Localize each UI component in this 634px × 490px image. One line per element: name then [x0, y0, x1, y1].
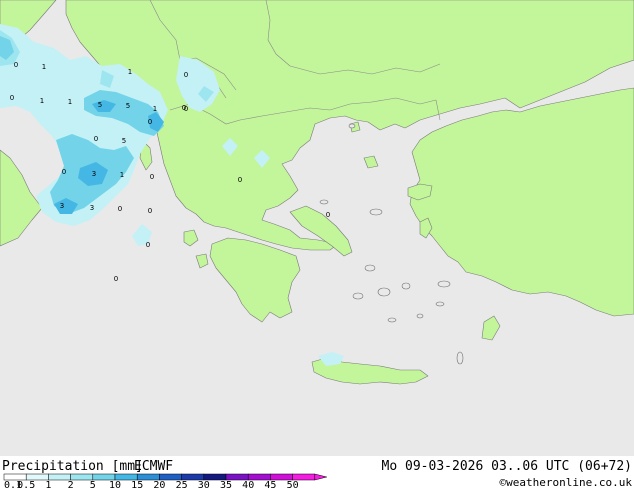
legend-label: 50 — [287, 480, 299, 490]
legend-label: 35 — [220, 480, 232, 490]
island-cyclades-1 — [364, 264, 376, 272]
precip-value-label: 3 — [92, 170, 96, 178]
weather-map: 011105510050310033000000100 Precipitatio… — [0, 0, 634, 490]
legend-label: 20 — [153, 480, 165, 490]
precip-value-label: 0 — [146, 241, 150, 249]
precip-value-label: 1 — [68, 98, 72, 106]
island-cyclades-7 — [437, 280, 451, 288]
precip-value-label: 0 — [182, 104, 186, 112]
legend-label: 10 — [109, 480, 121, 490]
precip-value-label: 0 — [94, 135, 98, 143]
legend-label: 0.5 — [17, 480, 35, 490]
precip-value-label: 0 — [184, 71, 188, 79]
legend-label: 2 — [68, 480, 74, 490]
legend-label: 15 — [131, 480, 143, 490]
precip-value-label: 1 — [128, 68, 132, 76]
island-cyclades-8 — [435, 301, 445, 307]
precip-value-label: 0 — [150, 173, 154, 181]
island-skiathos — [319, 199, 329, 205]
precip-value-label: 0 — [62, 168, 66, 176]
legend-label: 45 — [264, 480, 276, 490]
precip-value-label: 0 — [148, 118, 152, 126]
precip-value-label: 3 — [60, 202, 64, 210]
precip-value-label: 1 — [42, 63, 46, 71]
legend-label: 1 — [45, 480, 51, 490]
precip-value-label: 1 — [40, 97, 44, 105]
precip-value-label: 5 — [126, 102, 130, 110]
precip-value-label: 0 — [148, 207, 152, 215]
precip-value-label: 5 — [122, 137, 126, 145]
model-name: ECMWF — [134, 459, 173, 474]
map-title: Precipitation [mm] — [2, 459, 143, 474]
precip-value-label: 0 — [10, 94, 14, 102]
island-cyclades-4 — [352, 292, 364, 300]
island-cyclades-3 — [401, 282, 411, 290]
precip-value-label: 0 — [118, 205, 122, 213]
island-skyros — [369, 208, 383, 216]
map-canvas: 0 11105 5 100503 1003 3 0 00000100 Precipitatio… — [0, 0, 634, 490]
precip-value-label: 0 — [114, 275, 118, 283]
precip-value-label: 1 — [120, 171, 124, 179]
valid-datetime: Mo 09-03-2026 03..06 UTC (06+72) — [382, 459, 632, 474]
precip-value-label: 0 — [326, 211, 330, 219]
island-cyclades-2 — [377, 287, 391, 297]
legend-label: 25 — [176, 480, 188, 490]
precip-value-label: 3 — [90, 204, 94, 212]
island-cyclades-9 — [456, 351, 464, 365]
island-cyclades-6 — [416, 313, 424, 319]
precip-value-label: 5 — [98, 101, 102, 109]
island-cyclades-5 — [387, 317, 397, 323]
legend-label: 40 — [242, 480, 254, 490]
precip-value-label: 0 — [238, 176, 242, 184]
island-samothrace — [348, 123, 356, 129]
legend-label: 5 — [90, 480, 96, 490]
precip-value-label: 1 — [153, 105, 157, 113]
precip-value-label: 0 — [14, 61, 18, 69]
legend-label: 30 — [198, 480, 210, 490]
credit-text: ©weatheronline.co.uk — [500, 476, 633, 489]
